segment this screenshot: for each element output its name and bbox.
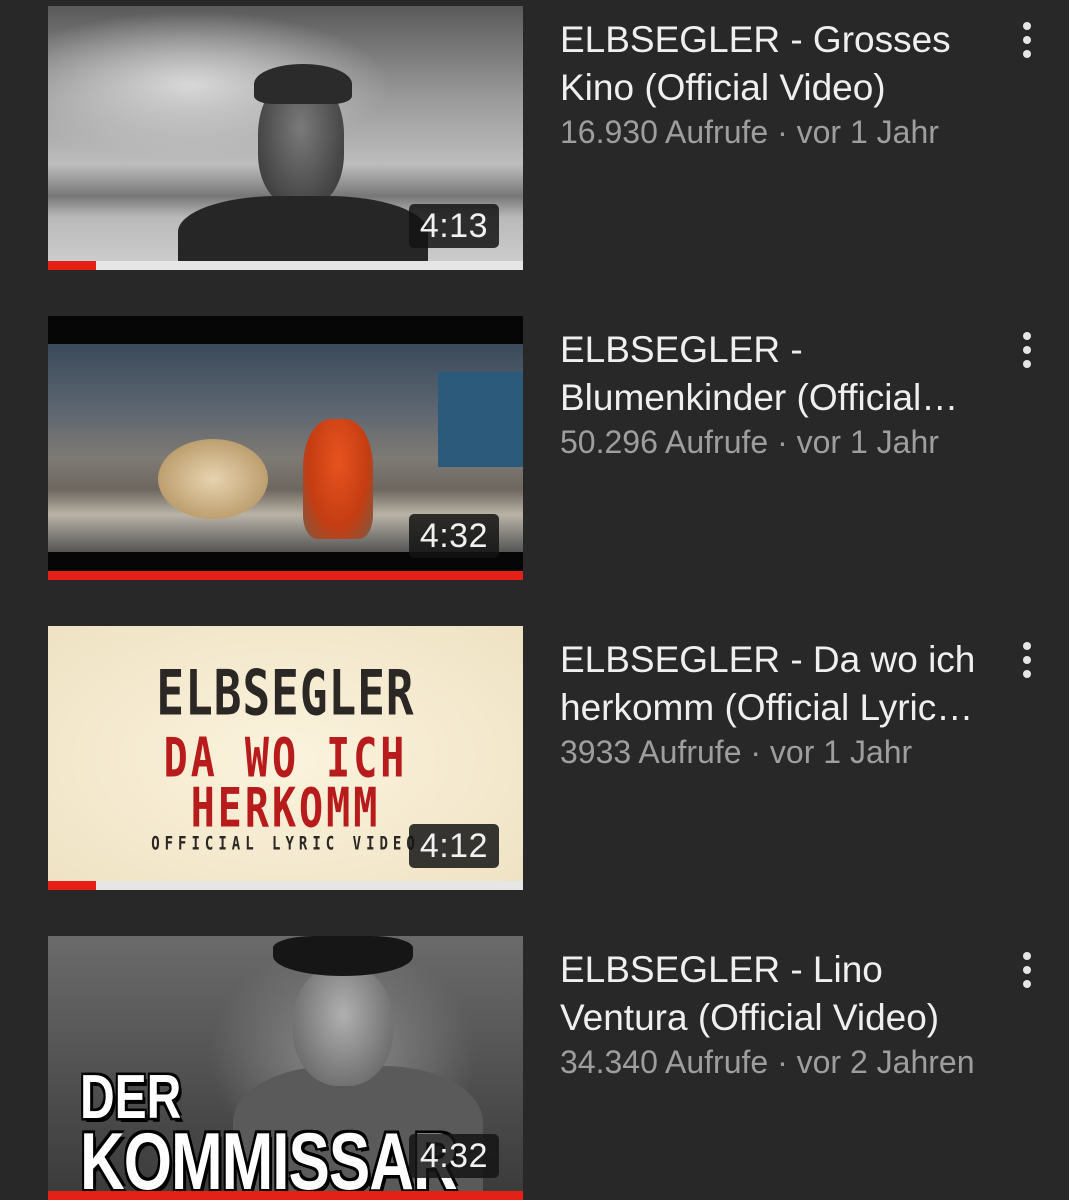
watch-progress-bar bbox=[48, 571, 523, 580]
duration-badge: 4:32 bbox=[408, 514, 499, 558]
video-title[interactable]: ELBSEGLER - Blumenkinder (Official Video… bbox=[560, 326, 990, 422]
video-info: ELBSEGLER - Blumenkinder (Official Video… bbox=[560, 326, 990, 462]
watch-progress-fill bbox=[48, 1191, 523, 1200]
watch-progress-bar bbox=[48, 881, 523, 890]
duration-badge: 4:32 bbox=[408, 1134, 499, 1178]
video-item[interactable]: ELBSEGLER DA WO ICH HERKOMM OFFICIAL LYR… bbox=[0, 626, 1069, 890]
video-title[interactable]: ELBSEGLER - Lino Ventura (Official Video… bbox=[560, 946, 990, 1042]
watch-progress-fill bbox=[48, 881, 96, 890]
video-thumbnail[interactable]: DER KOMMISSAR 4:32 bbox=[48, 936, 523, 1200]
more-vert-icon[interactable] bbox=[1006, 946, 1048, 994]
more-vert-icon[interactable] bbox=[1006, 16, 1048, 64]
video-title[interactable]: ELBSEGLER - Grosses Kino (Official Video… bbox=[560, 16, 990, 112]
video-meta: 16.930 Aufrufe · vor 1 Jahr bbox=[560, 114, 939, 150]
thumbnail-dog bbox=[158, 439, 268, 519]
watch-progress-bar bbox=[48, 1191, 523, 1200]
watch-progress-fill bbox=[48, 571, 523, 580]
thumbnail-door bbox=[438, 372, 523, 467]
watch-progress-fill bbox=[48, 261, 96, 270]
video-thumbnail[interactable]: ELBSEGLER DA WO ICH HERKOMM OFFICIAL LYR… bbox=[48, 626, 523, 890]
video-item[interactable]: 4:32 ELBSEGLER - Blumenkinder (Official … bbox=[0, 316, 1069, 580]
video-meta: 3933 Aufrufe · vor 1 Jahr bbox=[560, 734, 913, 770]
video-item[interactable]: 4:13 ELBSEGLER - Grosses Kino (Official … bbox=[0, 6, 1069, 270]
video-list: 4:13 ELBSEGLER - Grosses Kino (Official … bbox=[0, 0, 1069, 1200]
more-vert-icon[interactable] bbox=[1006, 326, 1048, 374]
thumbnail-figure-body bbox=[178, 196, 428, 270]
thumbnail-figure-cap bbox=[254, 64, 352, 104]
video-info: ELBSEGLER - Lino Ventura (Official Video… bbox=[560, 946, 990, 1082]
more-vert-icon[interactable] bbox=[1006, 636, 1048, 684]
video-title[interactable]: ELBSEGLER - Da wo ich herkomm (Official … bbox=[560, 636, 990, 732]
video-info: ELBSEGLER - Da wo ich herkomm (Official … bbox=[560, 636, 990, 772]
video-meta: 50.296 Aufrufe · vor 1 Jahr bbox=[560, 424, 939, 460]
thumbnail-figure-hat bbox=[273, 936, 413, 976]
thumbnail-text-artist: ELBSEGLER bbox=[156, 656, 415, 730]
duration-badge: 4:12 bbox=[408, 824, 499, 868]
video-info: ELBSEGLER - Grosses Kino (Official Video… bbox=[560, 16, 990, 152]
watch-progress-bar bbox=[48, 261, 523, 270]
thumbnail-girl bbox=[303, 419, 373, 539]
video-item[interactable]: DER KOMMISSAR 4:32 ELBSEGLER - Lino Vent… bbox=[0, 936, 1069, 1200]
duration-badge: 4:13 bbox=[408, 204, 499, 248]
thumbnail-figure bbox=[293, 966, 393, 1086]
video-thumbnail[interactable]: 4:13 bbox=[48, 6, 523, 270]
video-thumbnail[interactable]: 4:32 bbox=[48, 316, 523, 580]
video-meta: 34.340 Aufrufe · vor 2 Jahren bbox=[560, 1044, 975, 1080]
thumbnail-text-line2: KOMMISSAR bbox=[80, 1117, 458, 1200]
